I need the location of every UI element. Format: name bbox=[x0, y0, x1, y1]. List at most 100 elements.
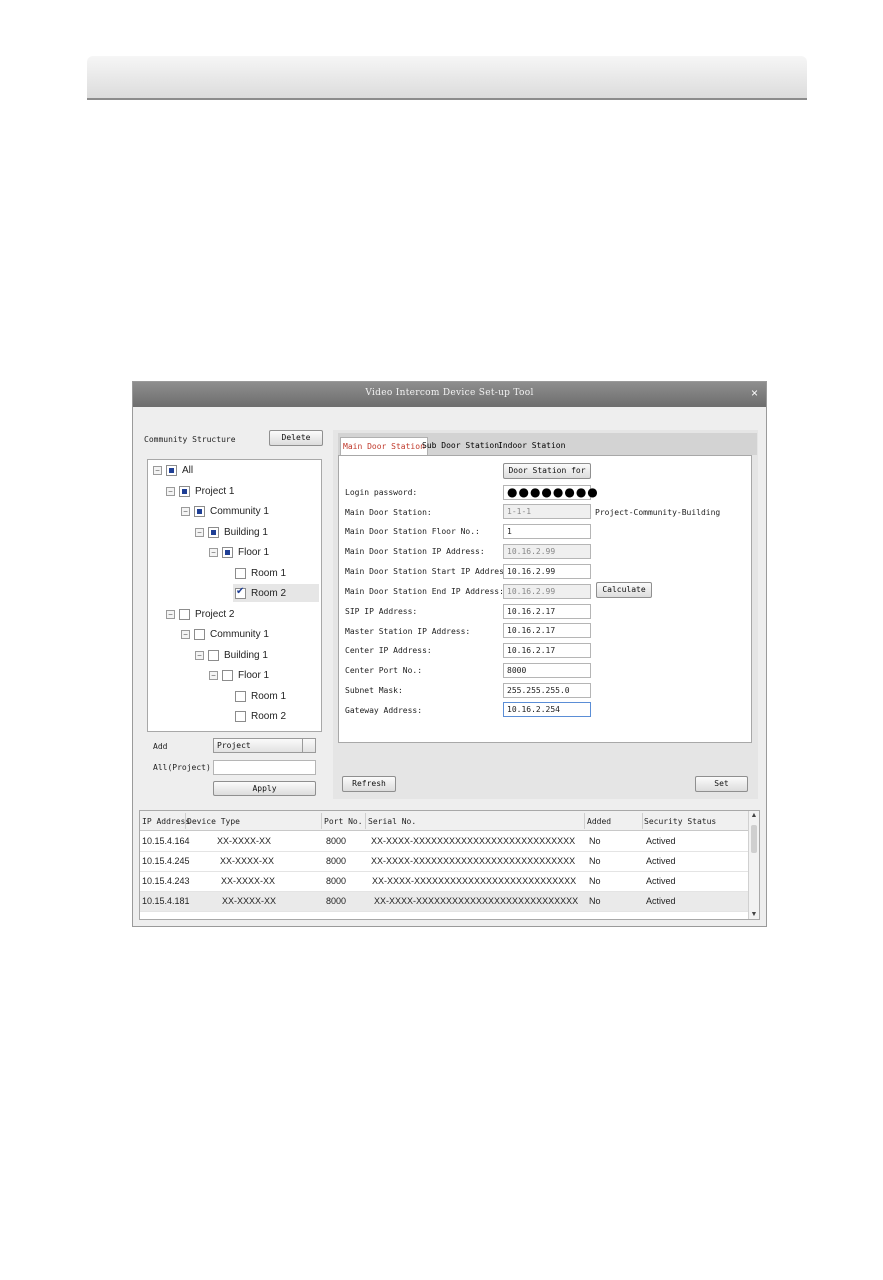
calculate-button[interactable]: Calculate bbox=[596, 582, 652, 598]
subnet-mask-field[interactable]: 255.255.255.0 bbox=[503, 683, 591, 698]
start-ip-field[interactable]: 10.16.2.99 bbox=[503, 564, 591, 579]
table-scrollbar[interactable]: ▲ ▼ bbox=[748, 811, 759, 919]
tree-checkbox[interactable] bbox=[235, 586, 246, 599]
window-title: Video Intercom Device Set-up Tool bbox=[365, 388, 534, 398]
tree-node-project-2[interactable]: − Project 2 bbox=[166, 605, 234, 623]
column-ip-address[interactable]: IP Address bbox=[142, 817, 190, 826]
table-row[interactable]: 10.15.4.164 XX-XXXX-XX 8000 XX-XXXX-XXXX… bbox=[140, 832, 748, 852]
door-station-for-button[interactable]: Door Station for bbox=[503, 463, 591, 479]
scroll-up-icon[interactable]: ▲ bbox=[750, 812, 758, 819]
collapse-icon[interactable]: − bbox=[181, 506, 190, 516]
refresh-button[interactable]: Refresh bbox=[342, 776, 396, 792]
add-label: Add bbox=[153, 742, 168, 751]
center-ip-field[interactable]: 10.16.2.17 bbox=[503, 643, 591, 658]
chevron-down-icon bbox=[302, 739, 315, 752]
tab-indoor-station[interactable]: Indoor Station bbox=[498, 437, 565, 455]
station-tabs: Main Door Station Sub Door Station Indoo… bbox=[338, 433, 757, 455]
tree-checkbox[interactable] bbox=[179, 608, 190, 620]
tree-checkbox[interactable] bbox=[222, 669, 233, 681]
cell-serial: XX-XXXX-XXXXXXXXXXXXXXXXXXXXXXXXXXX bbox=[371, 836, 576, 846]
tree-checkbox[interactable] bbox=[235, 690, 246, 702]
tree-node-room-1[interactable]: Room 1 bbox=[235, 564, 286, 582]
tab-sub-door-station[interactable]: Sub Door Station bbox=[422, 437, 499, 455]
column-port-no[interactable]: Port No. bbox=[324, 817, 363, 826]
tree-checkbox[interactable] bbox=[235, 567, 246, 579]
tree-node-floor-1[interactable]: − Floor 1 bbox=[209, 543, 269, 561]
scroll-down-icon[interactable]: ▼ bbox=[750, 911, 758, 918]
tree-checkbox[interactable] bbox=[208, 526, 219, 538]
cell-ip: 10.15.4.243 bbox=[142, 876, 190, 886]
tree-node-community-1[interactable]: − Community 1 bbox=[181, 502, 269, 520]
tree-node-project-1[interactable]: − Project 1 bbox=[166, 482, 234, 500]
tree-node-room-1-p2[interactable]: Room 1 bbox=[235, 687, 286, 705]
collapse-icon[interactable]: − bbox=[209, 547, 218, 557]
tree-node-label: Community 1 bbox=[210, 628, 269, 640]
tree-node-floor-1-p2[interactable]: − Floor 1 bbox=[209, 666, 269, 684]
tree-node-all[interactable]: − All bbox=[153, 461, 193, 479]
cell-port: 8000 bbox=[326, 856, 347, 866]
tree-checkbox[interactable] bbox=[166, 464, 177, 476]
tree-node-label: Room 2 bbox=[251, 587, 287, 599]
cell-ip: 10.15.4.164 bbox=[142, 836, 190, 846]
sip-ip-field[interactable]: 10.16.2.17 bbox=[503, 604, 591, 619]
collapse-icon[interactable]: − bbox=[181, 629, 190, 639]
collapse-icon[interactable]: − bbox=[153, 465, 162, 475]
collapse-icon[interactable]: − bbox=[166, 609, 175, 619]
set-button[interactable]: Set bbox=[695, 776, 748, 792]
column-device-type[interactable]: Device Type bbox=[187, 817, 240, 826]
tab-main-door-station[interactable]: Main Door Station bbox=[340, 437, 428, 455]
master-station-ip-field[interactable]: 10.16.2.17 bbox=[503, 623, 591, 638]
column-security-status[interactable]: Security Status bbox=[644, 817, 716, 826]
tree-node-label: Project 1 bbox=[195, 485, 235, 497]
tree-node-building-1[interactable]: − Building 1 bbox=[195, 523, 268, 541]
tree-checkbox[interactable] bbox=[235, 710, 246, 722]
tree-node-community-1-p2[interactable]: − Community 1 bbox=[181, 625, 269, 643]
cell-device-type: XX-XXXX-XX bbox=[217, 836, 272, 846]
close-icon[interactable]: × bbox=[751, 386, 758, 400]
tree-node-label: Room 1 bbox=[251, 690, 287, 702]
tree-node-label: Building 1 bbox=[224, 649, 268, 661]
tree-checkbox[interactable] bbox=[222, 546, 233, 558]
collapse-icon[interactable]: − bbox=[166, 486, 175, 496]
start-ip-label: Main Door Station Start IP Address: bbox=[345, 567, 514, 576]
community-structure-label: Community Structure bbox=[144, 435, 236, 444]
column-serial-no[interactable]: Serial No. bbox=[368, 817, 416, 826]
collapse-icon[interactable]: − bbox=[195, 527, 204, 537]
cell-port: 8000 bbox=[326, 836, 347, 846]
delete-button[interactable]: Delete bbox=[269, 430, 323, 446]
master-station-ip-label: Master Station IP Address: bbox=[345, 627, 471, 636]
tree-node-label: Community 1 bbox=[210, 505, 269, 517]
tree-checkbox[interactable] bbox=[194, 505, 205, 517]
table-row[interactable]: 10.15.4.245 XX-XXXX-XX 8000 XX-XXXX-XXXX… bbox=[140, 852, 748, 872]
tree-node-label: Floor 1 bbox=[238, 546, 270, 558]
collapse-icon[interactable]: − bbox=[209, 670, 218, 680]
tree-node-label: Room 1 bbox=[251, 567, 287, 579]
tree-checkbox[interactable] bbox=[179, 485, 190, 497]
floor-no-field[interactable]: 1 bbox=[503, 524, 591, 539]
tree-node-room-2[interactable]: Room 2 bbox=[233, 584, 319, 602]
cell-security-status: Actived bbox=[646, 896, 676, 906]
collapse-icon[interactable]: − bbox=[195, 650, 204, 660]
center-port-field[interactable]: 8000 bbox=[503, 663, 591, 678]
gateway-field[interactable]: 10.16.2.254 bbox=[503, 702, 591, 717]
tree-node-label: Project 2 bbox=[195, 608, 235, 620]
cell-serial: XX-XXXX-XXXXXXXXXXXXXXXXXXXXXXXXXXX bbox=[374, 896, 579, 906]
cell-added: No bbox=[589, 896, 601, 906]
table-row[interactable]: 10.15.4.181 XX-XXXX-XX 8000 XX-XXXX-XXXX… bbox=[140, 892, 748, 912]
end-ip-label: Main Door Station End IP Address: bbox=[345, 587, 504, 596]
main-door-station-label: Main Door Station: bbox=[345, 508, 432, 517]
table-row[interactable]: 10.15.4.243 XX-XXXX-XX 8000 XX-XXXX-XXXX… bbox=[140, 872, 748, 892]
apply-button[interactable]: Apply bbox=[213, 781, 316, 796]
community-tree[interactable]: − All − Project 1 − Community 1 − Buildi… bbox=[147, 459, 322, 732]
tree-node-room-2-p2[interactable]: Room 2 bbox=[235, 707, 286, 725]
login-password-field[interactable]: ●●●●●●●● bbox=[503, 485, 598, 500]
tree-node-building-1-p2[interactable]: − Building 1 bbox=[195, 646, 268, 664]
cell-added: No bbox=[589, 856, 601, 866]
scroll-thumb[interactable] bbox=[751, 825, 757, 853]
tree-checkbox[interactable] bbox=[208, 649, 219, 661]
add-type-select[interactable]: Project bbox=[213, 738, 316, 753]
column-separator bbox=[365, 813, 366, 829]
all-project-input[interactable] bbox=[213, 760, 316, 775]
column-added[interactable]: Added bbox=[587, 817, 611, 826]
tree-checkbox[interactable] bbox=[194, 628, 205, 640]
